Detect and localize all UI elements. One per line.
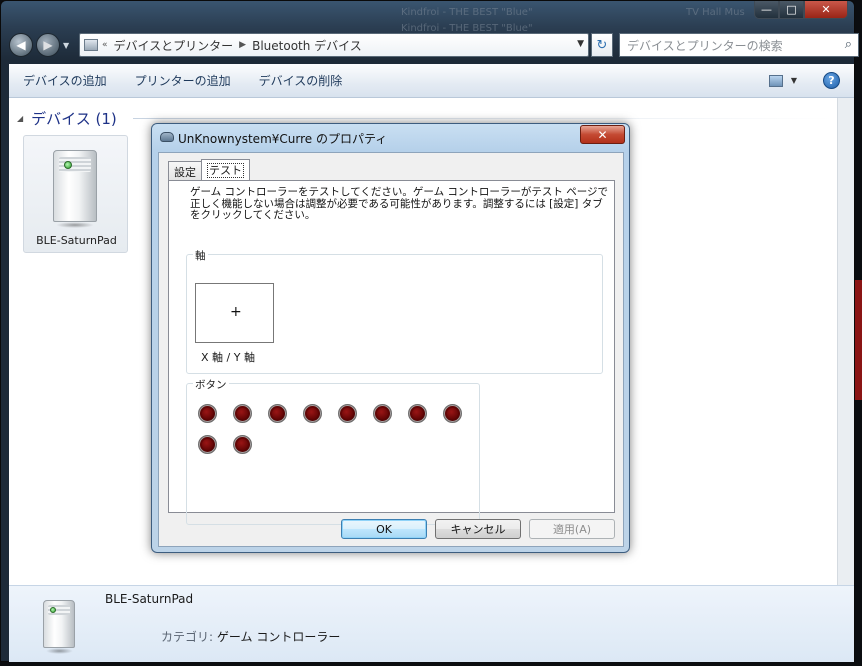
- test-tab-panel: ゲーム コントローラーをテストしてください。ゲーム コントローラーがテスト ペー…: [168, 180, 615, 525]
- category-value: ゲーム コントローラー: [216, 630, 341, 644]
- buttons-group: ボタン: [186, 377, 480, 525]
- chevron-right-icon[interactable]: ▶: [239, 40, 246, 50]
- button-indicator-10: [233, 435, 252, 454]
- game-controller-icon: [160, 132, 174, 142]
- help-icon[interactable]: ?: [823, 72, 840, 89]
- tab-settings-label: 設定: [174, 166, 196, 179]
- recent-pages-dropdown[interactable]: ▼: [63, 41, 69, 50]
- remove-device-button[interactable]: デバイスの削除: [245, 72, 357, 89]
- toolbar-right: ▼ ?: [768, 72, 840, 89]
- arrow-right-icon: ▶: [43, 38, 53, 52]
- details-pane: BLE-SaturnPad カテゴリ: ゲーム コントローラー: [9, 585, 854, 662]
- dialog-title: UnKnownystem¥Curre のプロパティ: [178, 132, 388, 146]
- minimize-button[interactable]: —: [754, 1, 779, 19]
- test-instructions: ゲーム コントローラーをテストしてください。ゲーム コントローラーがテスト ペー…: [190, 186, 609, 221]
- group-header[interactable]: ◢ デバイス (1): [17, 108, 117, 129]
- details-device-name: BLE-SaturnPad: [105, 592, 194, 606]
- device-led: [64, 161, 72, 169]
- button-indicator-1: [198, 404, 217, 423]
- background-tab-label: Kindfroi - THE BEST "Blue": [401, 7, 533, 18]
- control-panel-icon: [84, 39, 98, 51]
- button-indicator-7: [408, 404, 427, 423]
- back-button[interactable]: ◀: [9, 33, 33, 57]
- axes-group: 軸 + X 軸 / Y 軸: [186, 248, 603, 374]
- desktop-streak: [855, 280, 862, 400]
- forward-button[interactable]: ▶: [36, 33, 60, 57]
- tab-test-label: テスト: [207, 163, 244, 178]
- group-header-label: デバイス (1): [31, 110, 117, 128]
- navigation-bar: ◀ ▶ ▼ « デバイスとプリンター ▶ Bluetooth デバイス ▼ ↻ …: [9, 31, 859, 59]
- buttons-group-label: ボタン: [193, 377, 229, 392]
- axis-position-marker: +: [230, 304, 242, 320]
- button-indicator-8: [443, 404, 462, 423]
- change-view-icon[interactable]: [768, 74, 783, 87]
- button-indicator-2: [233, 404, 252, 423]
- device-shadow: [56, 222, 94, 228]
- details-category: カテゴリ: ゲーム コントローラー: [161, 628, 340, 645]
- collapse-triangle-icon[interactable]: ◢: [17, 114, 23, 123]
- group-divider: [133, 118, 833, 119]
- dialog-close-button[interactable]: ✕: [580, 125, 625, 144]
- command-bar: デバイスの追加 プリンターの追加 デバイスの削除 ▼ ?: [9, 64, 854, 98]
- tab-strip: 設定 テスト: [168, 159, 250, 180]
- axis-caption: X 軸 / Y 軸: [201, 351, 255, 364]
- breadcrumb-bluetooth-devices[interactable]: Bluetooth デバイス: [252, 37, 362, 54]
- chevron-down-icon[interactable]: ▼: [791, 76, 797, 85]
- chevron-down-icon[interactable]: ▼: [577, 39, 584, 49]
- maximize-button[interactable]: □: [779, 1, 804, 19]
- button-indicator-3: [268, 404, 287, 423]
- arrow-left-icon: ◀: [16, 38, 26, 52]
- search-icon[interactable]: ⌕: [845, 37, 852, 52]
- refresh-button[interactable]: ↻: [591, 33, 613, 57]
- background-tab-label: TV Hall Mus: [686, 7, 745, 18]
- device-tile[interactable]: BLE-SaturnPad: [23, 135, 128, 253]
- search-input[interactable]: デバイスとプリンターの検索 ⌕: [619, 33, 859, 57]
- game-controller-device-icon: [43, 600, 75, 654]
- search-placeholder: デバイスとプリンターの検索: [627, 38, 783, 53]
- device-led: [50, 607, 56, 613]
- xy-axis-display: +: [195, 283, 274, 343]
- window-caption-buttons: — □ ✕: [754, 1, 848, 19]
- ok-button[interactable]: OK: [341, 519, 427, 539]
- add-device-button[interactable]: デバイスの追加: [9, 72, 121, 89]
- breadcrumb-overflow[interactable]: «: [102, 40, 108, 50]
- button-indicator-6: [373, 404, 392, 423]
- device-shadow: [45, 648, 73, 654]
- axes-group-label: 軸: [193, 248, 208, 263]
- dialog-body: 設定 テスト ゲーム コントローラーをテストしてください。ゲーム コントローラー…: [158, 152, 624, 547]
- add-printer-button[interactable]: プリンターの追加: [121, 72, 245, 89]
- close-button[interactable]: ✕: [804, 1, 848, 19]
- apply-button[interactable]: 適用(A): [529, 519, 615, 539]
- tab-test[interactable]: テスト: [201, 159, 250, 180]
- properties-dialog: UnKnownystem¥Curre のプロパティ ✕ 設定 テスト ゲーム コ…: [151, 123, 630, 553]
- address-bar[interactable]: « デバイスとプリンター ▶ Bluetooth デバイス ▼: [79, 33, 589, 57]
- cancel-button[interactable]: キャンセル: [435, 519, 521, 539]
- game-controller-device-icon: [53, 150, 97, 228]
- tab-settings[interactable]: 設定: [168, 161, 202, 180]
- button-indicator-9: [198, 435, 217, 454]
- category-label: カテゴリ:: [161, 630, 214, 644]
- vertical-scrollbar[interactable]: [837, 98, 854, 585]
- breadcrumb-devices-and-printers[interactable]: デバイスとプリンター: [114, 37, 234, 54]
- refresh-icon: ↻: [596, 37, 608, 53]
- button-indicator-5: [338, 404, 357, 423]
- button-indicator-4: [303, 404, 322, 423]
- device-label: BLE-SaturnPad: [36, 234, 117, 247]
